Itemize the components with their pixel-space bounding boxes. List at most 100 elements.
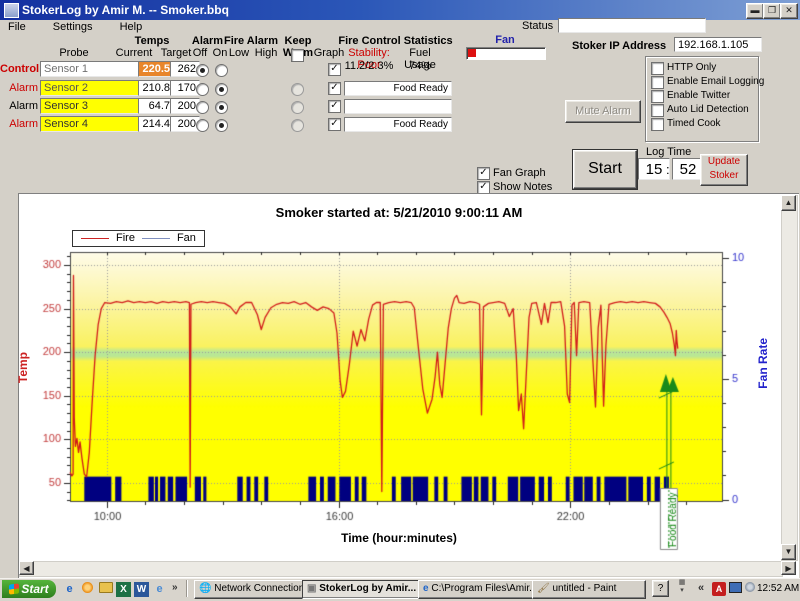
timed-cook-label: Timed Cook bbox=[667, 118, 721, 129]
quick-launch-overflow-chevron[interactable]: » bbox=[172, 582, 178, 593]
taskbar-clock: 12:52 AM bbox=[757, 583, 799, 594]
keep-warm-all-checkbox[interactable] bbox=[291, 49, 304, 62]
graph-checkbox[interactable]: ✓ bbox=[328, 82, 341, 95]
auto-lid-label: Auto Lid Detection bbox=[667, 104, 749, 115]
acrobat-icon[interactable]: A bbox=[712, 582, 726, 596]
scroll-up-arrow[interactable]: ▲ bbox=[781, 195, 796, 211]
probe-name-field[interactable]: Sensor 2 bbox=[40, 80, 142, 96]
task-label: Network Connections bbox=[214, 583, 306, 594]
alarm-off-radio[interactable] bbox=[196, 64, 209, 77]
excel-icon[interactable]: X bbox=[116, 582, 131, 597]
folder-icon[interactable] bbox=[98, 582, 113, 597]
alarm-on-radio[interactable] bbox=[215, 83, 228, 96]
twitter-label: Enable Twitter bbox=[667, 90, 730, 101]
fuel-usage-value: 74% bbox=[396, 60, 444, 72]
stoker-ip-label: Stoker IP Address bbox=[572, 40, 666, 52]
task-label: StokerLog by Amir... bbox=[319, 583, 416, 594]
keep-warm-radio[interactable] bbox=[291, 83, 304, 96]
stability-value: 11.2/2.3% bbox=[340, 60, 398, 72]
http-only-label: HTTP Only bbox=[667, 62, 716, 73]
update-stoker-button[interactable]: Update Stoker bbox=[700, 154, 748, 186]
graph-checkbox[interactable]: ✓ bbox=[328, 100, 341, 113]
auto-lid-checkbox[interactable] bbox=[651, 104, 664, 117]
task-program-files[interactable]: e C:\Program Files\Amir... bbox=[418, 580, 536, 599]
menu-file[interactable]: File bbox=[0, 20, 34, 34]
probe-name-field[interactable]: Sensor 1 bbox=[40, 61, 142, 77]
restore-button[interactable]: ❐ bbox=[763, 3, 781, 19]
window-title: StokerLog by Amir M. -- Smoker.bbq bbox=[22, 3, 229, 17]
chart-title: Smoker started at: 5/21/2010 9:00:11 AM bbox=[199, 205, 599, 220]
alarm-off-radio[interactable] bbox=[196, 119, 209, 132]
task-label: untitled - Paint bbox=[552, 583, 616, 594]
header-temps: Temps bbox=[117, 35, 187, 47]
start-menu-button[interactable]: Start bbox=[2, 580, 56, 598]
fan-meter-fill bbox=[468, 49, 476, 57]
task-paint[interactable]: 🖌 untitled - Paint bbox=[532, 580, 646, 599]
network-connections-icon: 🌐 bbox=[199, 583, 211, 594]
scroll-right-arrow[interactable]: ▶ bbox=[781, 561, 796, 575]
alarm-off-radio[interactable] bbox=[196, 101, 209, 114]
scroll-down-arrow[interactable]: ▼ bbox=[781, 544, 796, 560]
status-input[interactable] bbox=[558, 18, 706, 33]
ie-icon[interactable]: e bbox=[62, 582, 77, 597]
alarm-on-radio[interactable] bbox=[215, 119, 228, 132]
timed-cook-checkbox[interactable] bbox=[651, 118, 664, 131]
fan-graph-checkbox[interactable]: ✓ bbox=[477, 167, 490, 180]
keep-warm-radio[interactable] bbox=[291, 101, 304, 114]
probe-note-field[interactable]: Food Ready bbox=[344, 81, 452, 96]
log-time-separator: : bbox=[666, 162, 670, 177]
update-stoker-line2: Stoker bbox=[701, 169, 747, 183]
fan-meter bbox=[466, 47, 546, 60]
ie-icon: e bbox=[423, 583, 429, 594]
alarm-on-radio[interactable] bbox=[215, 64, 228, 77]
header-off: Off bbox=[190, 47, 210, 59]
scroll-left-arrow[interactable]: ◀ bbox=[19, 561, 34, 575]
fan-rate-axis-label: Fan Rate bbox=[756, 338, 770, 389]
app-icon bbox=[4, 3, 19, 18]
graph-checkbox[interactable]: ✓ bbox=[328, 118, 341, 131]
header-fire-stats: Fire Control Statistics bbox=[338, 35, 453, 47]
probe-current-field: 210.8 bbox=[138, 80, 174, 96]
toolbar-handle-icon[interactable]: ▦▾ bbox=[676, 579, 688, 595]
start-button[interactable]: Start bbox=[573, 150, 637, 189]
network-tray-icon[interactable] bbox=[743, 582, 757, 596]
row-role-label: Control bbox=[0, 63, 38, 75]
probe-note-field[interactable] bbox=[344, 99, 452, 114]
probe-note-field[interactable]: Food Ready bbox=[344, 117, 452, 132]
menu-help[interactable]: Help bbox=[112, 20, 151, 34]
task-network-connections[interactable]: 🌐 Network Connections bbox=[194, 580, 306, 599]
browser-icon[interactable]: e bbox=[152, 582, 167, 597]
probe-name-field[interactable]: Sensor 3 bbox=[40, 98, 142, 114]
alarm-on-radio[interactable] bbox=[215, 101, 228, 114]
display-icon[interactable] bbox=[728, 582, 742, 596]
probe-current-field: 220.5 bbox=[138, 61, 174, 77]
tray-chevron[interactable]: « bbox=[698, 582, 704, 594]
minimize-button[interactable]: ▬ bbox=[746, 3, 764, 19]
chart-vertical-scrollbar[interactable] bbox=[781, 195, 798, 561]
smoker-chart bbox=[18, 226, 782, 560]
help-tray-button[interactable]: ? bbox=[652, 580, 669, 597]
stoker-ip-input[interactable] bbox=[674, 37, 762, 52]
twitter-checkbox[interactable] bbox=[651, 90, 664, 103]
keep-warm-radio[interactable] bbox=[291, 119, 304, 132]
chart-horizontal-scrollbar[interactable] bbox=[19, 561, 783, 577]
probe-name-field[interactable]: Sensor 4 bbox=[40, 116, 142, 132]
temp-axis-label: Temp bbox=[16, 352, 30, 383]
graph-checkbox[interactable]: ✓ bbox=[328, 63, 341, 76]
row-role-label: Alarm bbox=[0, 100, 38, 112]
email-logging-checkbox[interactable] bbox=[651, 76, 664, 89]
close-button[interactable]: ✕ bbox=[780, 3, 798, 19]
start-button-label: Start bbox=[21, 582, 48, 596]
http-only-checkbox[interactable] bbox=[651, 62, 664, 75]
mute-alarm-button[interactable]: Mute Alarm bbox=[565, 100, 641, 123]
log-time-label: Log Time bbox=[646, 146, 691, 158]
menu-settings[interactable]: Settings bbox=[45, 20, 101, 34]
media-icon[interactable] bbox=[80, 582, 95, 597]
alarm-off-radio[interactable] bbox=[196, 83, 209, 96]
task-stokerlog[interactable]: ▣ StokerLog by Amir... bbox=[302, 580, 422, 599]
task-label: C:\Program Files\Amir... bbox=[431, 583, 536, 594]
stokerlog-icon: ▣ bbox=[307, 583, 316, 594]
word-icon[interactable]: W bbox=[134, 582, 149, 597]
header-current: Current bbox=[110, 47, 158, 59]
update-stoker-line1: Update bbox=[701, 155, 747, 169]
